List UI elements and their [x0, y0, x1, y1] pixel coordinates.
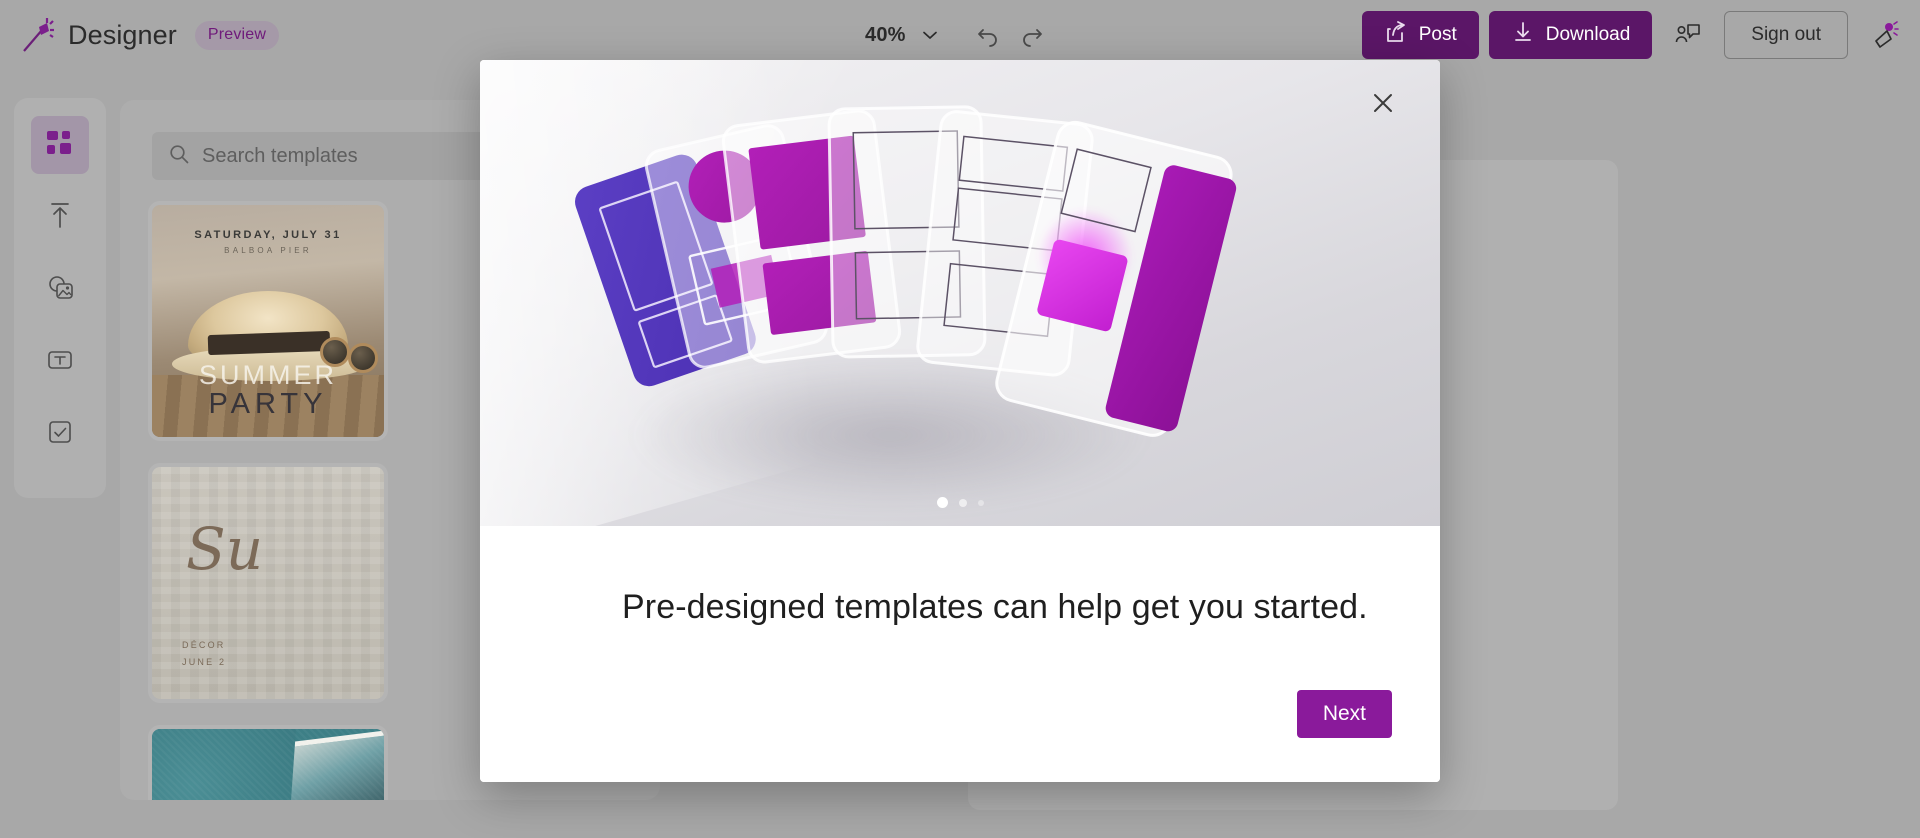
- template-script-text: Su: [186, 515, 264, 583]
- template-title: SUMMER PARTY: [152, 362, 384, 421]
- sidebar-item-templates[interactable]: [31, 116, 89, 174]
- download-button-label: Download: [1545, 24, 1631, 45]
- modal-body: Pre-designed templates can help get you …: [480, 526, 1440, 782]
- onboarding-modal: Pre-designed templates can help get you …: [480, 60, 1440, 782]
- zoom-level-value: 40%: [865, 23, 906, 46]
- feedback-person-icon[interactable]: [1664, 12, 1710, 58]
- carousel-dot-1[interactable]: [936, 497, 948, 508]
- template-decor-line: DÉCOR: [182, 639, 226, 650]
- template-subtext: DÉCOR JUNE 2: [182, 637, 226, 671]
- modal-hero-image: [480, 60, 1440, 562]
- text-t-icon: [45, 345, 75, 378]
- designer-app: Designer Preview 40% Post Download Sign …: [0, 0, 1920, 838]
- share-icon: [1384, 20, 1408, 50]
- template-card-decor-script[interactable]: Su DÉCOR JUNE 2: [152, 467, 384, 699]
- carousel-dot-2[interactable]: [958, 498, 967, 507]
- post-button[interactable]: Post: [1361, 11, 1479, 59]
- header-actions: Post Download Sign out: [1361, 11, 1906, 59]
- chevron-down-icon[interactable]: [910, 15, 950, 55]
- grid-templates-icon: [45, 129, 75, 162]
- sidebar-item-upload[interactable]: [31, 188, 89, 246]
- close-icon[interactable]: [1362, 82, 1404, 124]
- zoom-controls: 40%: [865, 15, 1052, 55]
- sidebar-item-text[interactable]: [31, 332, 89, 390]
- search-placeholder: Search templates: [202, 144, 358, 167]
- page-title: Designer: [68, 19, 177, 50]
- template-card-summer-party[interactable]: SATURDAY, JULY 31 BALBOA PIER SUMMER PAR…: [152, 205, 384, 437]
- template-date-line: JUNE 2: [182, 656, 227, 667]
- redo-icon[interactable]: [1012, 15, 1052, 55]
- post-button-label: Post: [1418, 24, 1457, 45]
- download-icon: [1511, 20, 1535, 50]
- template-title-b: PARTY: [208, 388, 328, 421]
- carousel-dot-3[interactable]: [977, 499, 984, 506]
- template-header-text: SATURDAY, JULY 31 BALBOA PIER: [152, 229, 384, 255]
- template-venue-line: BALBOA PIER: [224, 246, 312, 255]
- download-button[interactable]: Download: [1488, 11, 1653, 59]
- template-card-beach-vacay[interactable]: Sea to Sky Travels BEACH VACAY ULTIMATE …: [152, 729, 384, 800]
- template-date-line: SATURDAY, JULY 31: [194, 229, 342, 241]
- template-title-a: SUMMER: [199, 360, 337, 391]
- magic-wand-icon: [16, 14, 58, 56]
- search-icon: [168, 143, 190, 170]
- brand: Designer Preview: [16, 14, 280, 56]
- preview-badge: Preview: [194, 20, 280, 50]
- sidebar-item-design[interactable]: [31, 404, 89, 462]
- modal-headline: Pre-designed templates can help get you …: [622, 588, 1368, 626]
- sidebar-item-visuals[interactable]: [31, 260, 89, 318]
- template-noise: [152, 729, 384, 800]
- template-hat-band: [207, 330, 331, 356]
- checkbox-icon: [45, 417, 75, 450]
- left-rail: [14, 98, 106, 498]
- image-shapes-icon: [45, 273, 75, 306]
- next-button[interactable]: Next: [1296, 690, 1392, 738]
- undo-icon[interactable]: [968, 15, 1008, 55]
- carousel-dots: [480, 497, 1440, 508]
- upload-arrow-icon: [45, 201, 75, 234]
- fan-of-template-cards-illustration: [575, 105, 1237, 437]
- sign-out-button[interactable]: Sign out: [1724, 11, 1848, 59]
- megaphone-icon[interactable]: [1860, 12, 1906, 58]
